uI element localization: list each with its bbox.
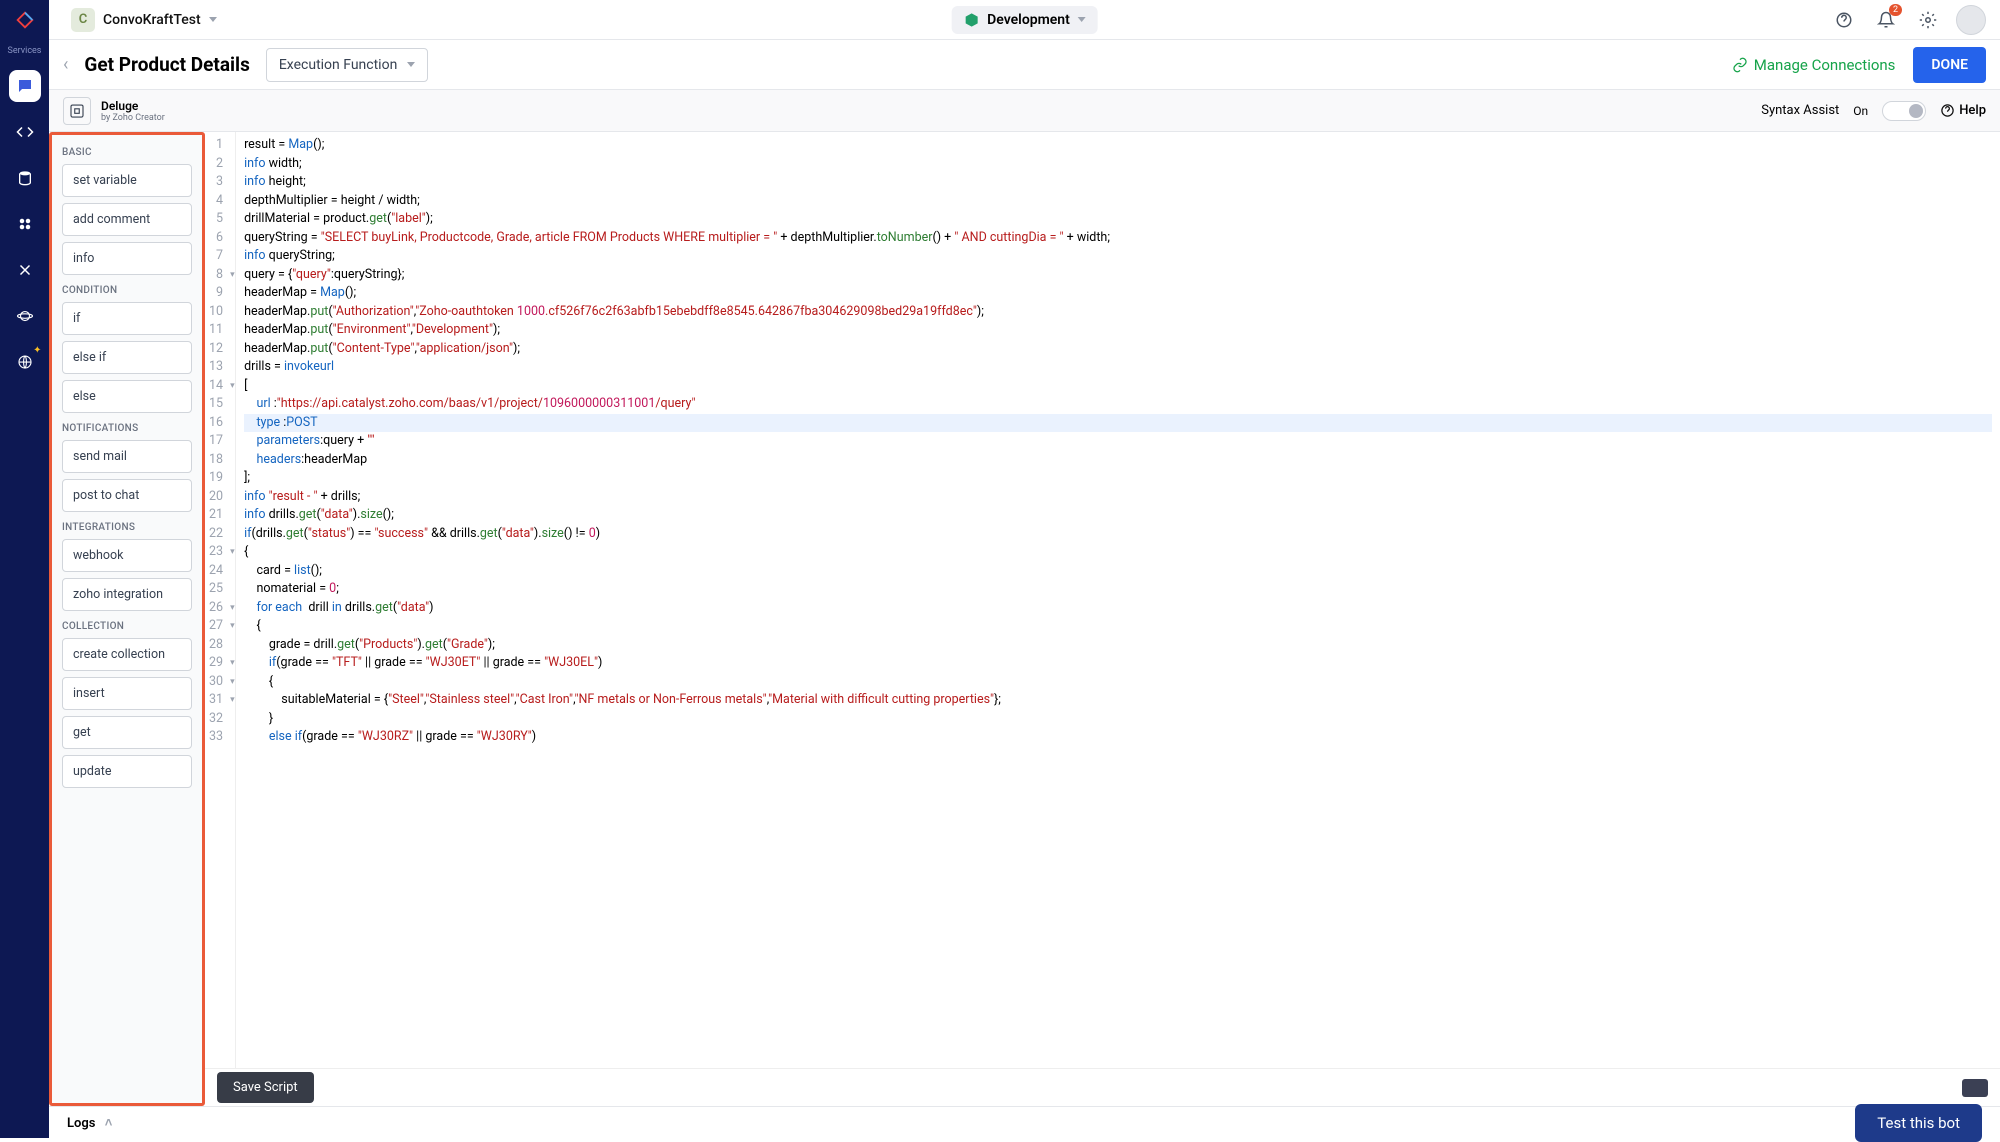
help-icon[interactable] xyxy=(1830,6,1858,34)
chevron-down-icon xyxy=(407,62,415,67)
user-avatar[interactable] xyxy=(1956,5,1986,35)
snippet-group-basic: BASIC xyxy=(62,147,192,158)
help-link[interactable]: Help xyxy=(1940,103,1986,118)
rail-db-icon[interactable] xyxy=(9,162,41,194)
help-circle-icon xyxy=(1940,103,1955,118)
save-script-button[interactable]: Save Script xyxy=(217,1072,314,1103)
snippet-send-mail[interactable]: send mail xyxy=(62,440,192,473)
snippet-info[interactable]: info xyxy=(62,242,192,275)
rail-code-icon[interactable] xyxy=(9,116,41,148)
function-type-label: Execution Function xyxy=(279,57,397,73)
rail-flow-icon[interactable] xyxy=(9,254,41,286)
snippet-get[interactable]: get xyxy=(62,716,192,749)
app-logo xyxy=(13,8,37,32)
settings-icon[interactable] xyxy=(1914,6,1942,34)
snippet-create-collection[interactable]: create collection xyxy=(62,638,192,671)
savebar: Save Script xyxy=(205,1068,2000,1106)
snippet-zoho-integration[interactable]: zoho integration xyxy=(62,578,192,611)
snippet-else[interactable]: else xyxy=(62,380,192,413)
deluge-icon xyxy=(63,97,91,125)
snippet-post-to-chat[interactable]: post to chat xyxy=(62,479,192,512)
environment-name: Development xyxy=(987,12,1070,28)
link-icon xyxy=(1732,57,1748,73)
syntax-assist-toggle[interactable] xyxy=(1882,101,1926,121)
test-bot-button[interactable]: Test this bot xyxy=(1855,1104,1982,1142)
snippet-if[interactable]: if xyxy=(62,302,192,335)
rail-brain-icon[interactable] xyxy=(9,208,41,240)
syntax-assist-label: Syntax Assist xyxy=(1761,103,1839,118)
syntax-assist-value: On xyxy=(1853,104,1868,118)
snippet-else-if[interactable]: else if xyxy=(62,341,192,374)
nav-rail: Services ✦ xyxy=(0,0,49,1138)
function-type-select[interactable]: Execution Function xyxy=(266,48,428,82)
chevron-down-icon xyxy=(209,17,217,22)
snippet-group-integrations: INTEGRATIONS xyxy=(62,522,192,533)
topbar: C ConvoKraftTest Development 2 xyxy=(49,0,2000,40)
rail-chat-icon[interactable] xyxy=(9,70,41,102)
infobar: Deluge by Zoho Creator Syntax Assist On … xyxy=(49,90,2000,132)
snippet-add-comment[interactable]: add comment xyxy=(62,203,192,236)
snippet-group-condition: CONDITION xyxy=(62,285,192,296)
manage-connections-link[interactable]: Manage Connections xyxy=(1732,56,1896,74)
snippet-webhook[interactable]: webhook xyxy=(62,539,192,572)
titlebar: ‹ Get Product Details Execution Function… xyxy=(49,40,2000,90)
deluge-text: Deluge by Zoho Creator xyxy=(101,99,165,123)
snippet-insert[interactable]: insert xyxy=(62,677,192,710)
snippet-set-variable[interactable]: set variable xyxy=(62,164,192,197)
code-editor[interactable]: 1234567891011121314151617181920212223242… xyxy=(205,132,2000,1068)
logs-toggle[interactable]: Logs ˄ xyxy=(67,1115,112,1131)
snippet-update[interactable]: update xyxy=(62,755,192,788)
cube-icon xyxy=(963,12,979,28)
snippet-panel: BASIC set variable add comment info CONDITIO… xyxy=(49,132,205,1106)
environment-switcher[interactable]: Development xyxy=(951,6,1098,34)
workspace-name: ConvoKraftTest xyxy=(103,12,201,28)
keyboard-icon[interactable] xyxy=(1962,1079,1988,1097)
rail-planet-icon[interactable] xyxy=(9,300,41,332)
workspace-switcher[interactable]: C ConvoKraftTest xyxy=(63,4,225,36)
page-title: Get Product Details xyxy=(84,53,249,76)
chevron-down-icon xyxy=(1078,17,1086,22)
back-arrow-icon[interactable]: ‹ xyxy=(63,54,68,75)
snippet-group-notifications: NOTIFICATIONS xyxy=(62,423,192,434)
notification-badge: 2 xyxy=(1889,4,1902,16)
rail-globe-icon[interactable]: ✦ xyxy=(9,346,41,378)
chevron-up-icon: ˄ xyxy=(101,1116,112,1131)
code-content[interactable]: result = Map();info width;info height;de… xyxy=(236,132,2000,1068)
workspace-initial: C xyxy=(71,8,95,32)
services-label: Services xyxy=(8,46,42,56)
logsbar: Logs ˄ Test this bot xyxy=(49,1106,2000,1138)
notifications-icon[interactable]: 2 xyxy=(1872,6,1900,34)
done-button[interactable]: DONE xyxy=(1913,47,1986,83)
snippet-group-collection: COLLECTION xyxy=(62,621,192,632)
